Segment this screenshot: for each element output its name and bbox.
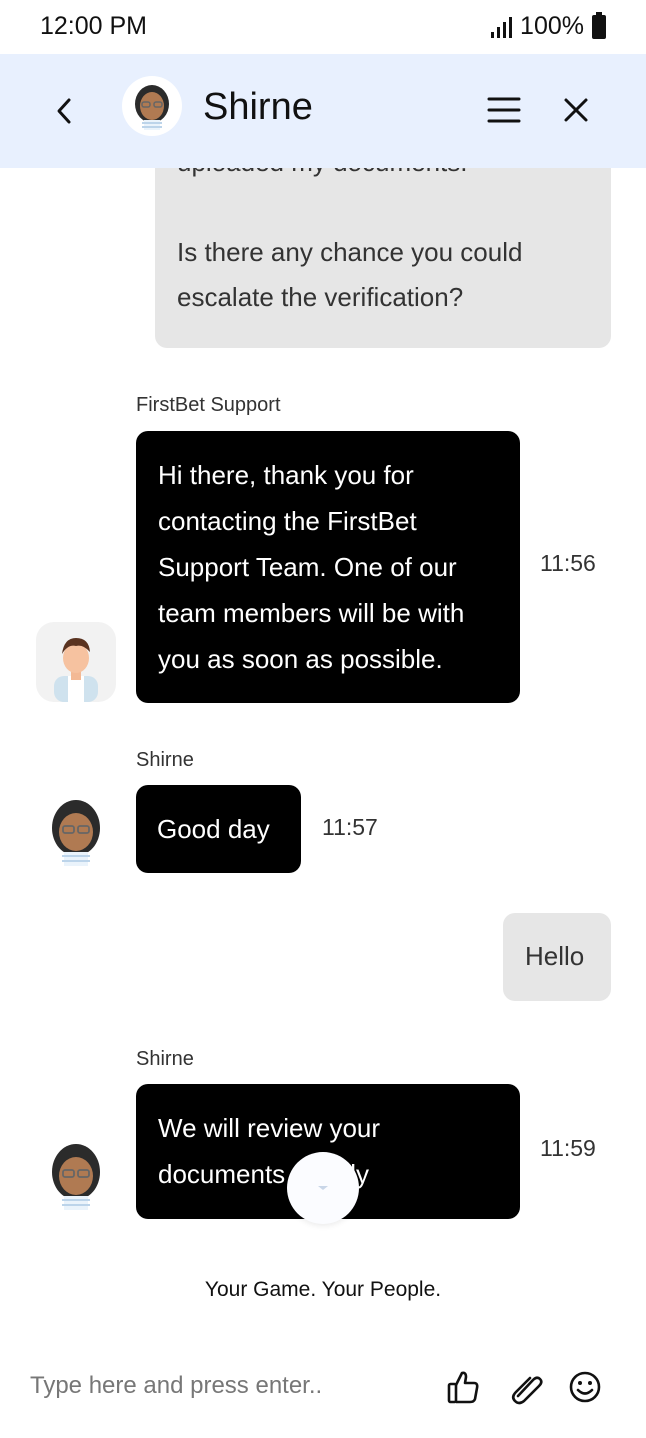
message-input[interactable] bbox=[30, 1366, 420, 1406]
chevron-left-icon bbox=[57, 98, 71, 124]
message-text-line: uploaded my documents. bbox=[177, 168, 589, 185]
message-text-line: team members will be with bbox=[158, 598, 465, 628]
message-text: Good day bbox=[157, 814, 270, 844]
user-message-bubble: uploaded my documents. Is there any chan… bbox=[155, 168, 611, 348]
message-text-line: Is there any chance you could bbox=[177, 237, 523, 267]
agent-avatar bbox=[122, 76, 182, 136]
back-button[interactable] bbox=[44, 88, 84, 134]
agent-message-bubble: Hi there, thank you for contacting the F… bbox=[136, 431, 520, 703]
sender-name: FirstBet Support bbox=[136, 394, 281, 416]
agent-message-bubble: Good day bbox=[136, 785, 301, 873]
chat-title: Shirne bbox=[203, 86, 313, 128]
hamburger-icon bbox=[487, 97, 521, 123]
sender-name: Shirne bbox=[136, 1048, 194, 1070]
footer-tagline: Your Game. Your People. bbox=[204, 1278, 442, 1301]
message-text-line: you as soon as possible. bbox=[158, 644, 443, 674]
support-avatar bbox=[36, 622, 116, 702]
chat-header: Shirne bbox=[0, 54, 646, 168]
status-bar: 12:00 PM 100% bbox=[0, 0, 646, 54]
thumbs-up-icon bbox=[447, 1371, 479, 1404]
status-indicators: 100% bbox=[491, 11, 606, 41]
attach-button[interactable] bbox=[509, 1368, 545, 1406]
sender-name: Shirne bbox=[136, 749, 194, 771]
message-timestamp: 11:56 bbox=[540, 550, 596, 576]
message-text-line: Support Team. One of our bbox=[158, 552, 457, 582]
status-time: 12:00 PM bbox=[40, 12, 148, 40]
thumbs-up-button[interactable] bbox=[445, 1368, 481, 1406]
message-text-line: Hi there, thank you for bbox=[158, 460, 414, 490]
emoji-icon bbox=[569, 1371, 601, 1403]
emoji-button[interactable] bbox=[567, 1368, 603, 1406]
agent-avatar bbox=[36, 790, 116, 870]
battery-icon bbox=[592, 11, 606, 39]
paperclip-icon bbox=[511, 1376, 543, 1405]
chevron-down-icon bbox=[318, 1186, 328, 1190]
message-text-line: escalate the verification? bbox=[177, 282, 464, 312]
message-text-line: contacting the FirstBet bbox=[158, 506, 417, 536]
message-timestamp: 11:57 bbox=[322, 814, 378, 840]
message-text: Hello bbox=[525, 941, 585, 971]
battery-percent: 100% bbox=[520, 12, 584, 40]
message-composer bbox=[0, 1350, 646, 1438]
message-text-line: We will review your bbox=[158, 1113, 381, 1143]
user-message-bubble: Hello bbox=[503, 913, 611, 1001]
close-icon bbox=[564, 98, 588, 122]
menu-button[interactable] bbox=[484, 90, 524, 130]
close-button[interactable] bbox=[556, 90, 596, 130]
scroll-to-bottom-button[interactable] bbox=[287, 1152, 359, 1224]
agent-avatar bbox=[36, 1134, 116, 1214]
message-timestamp: 11:59 bbox=[540, 1135, 596, 1161]
signal-icon bbox=[491, 16, 513, 38]
